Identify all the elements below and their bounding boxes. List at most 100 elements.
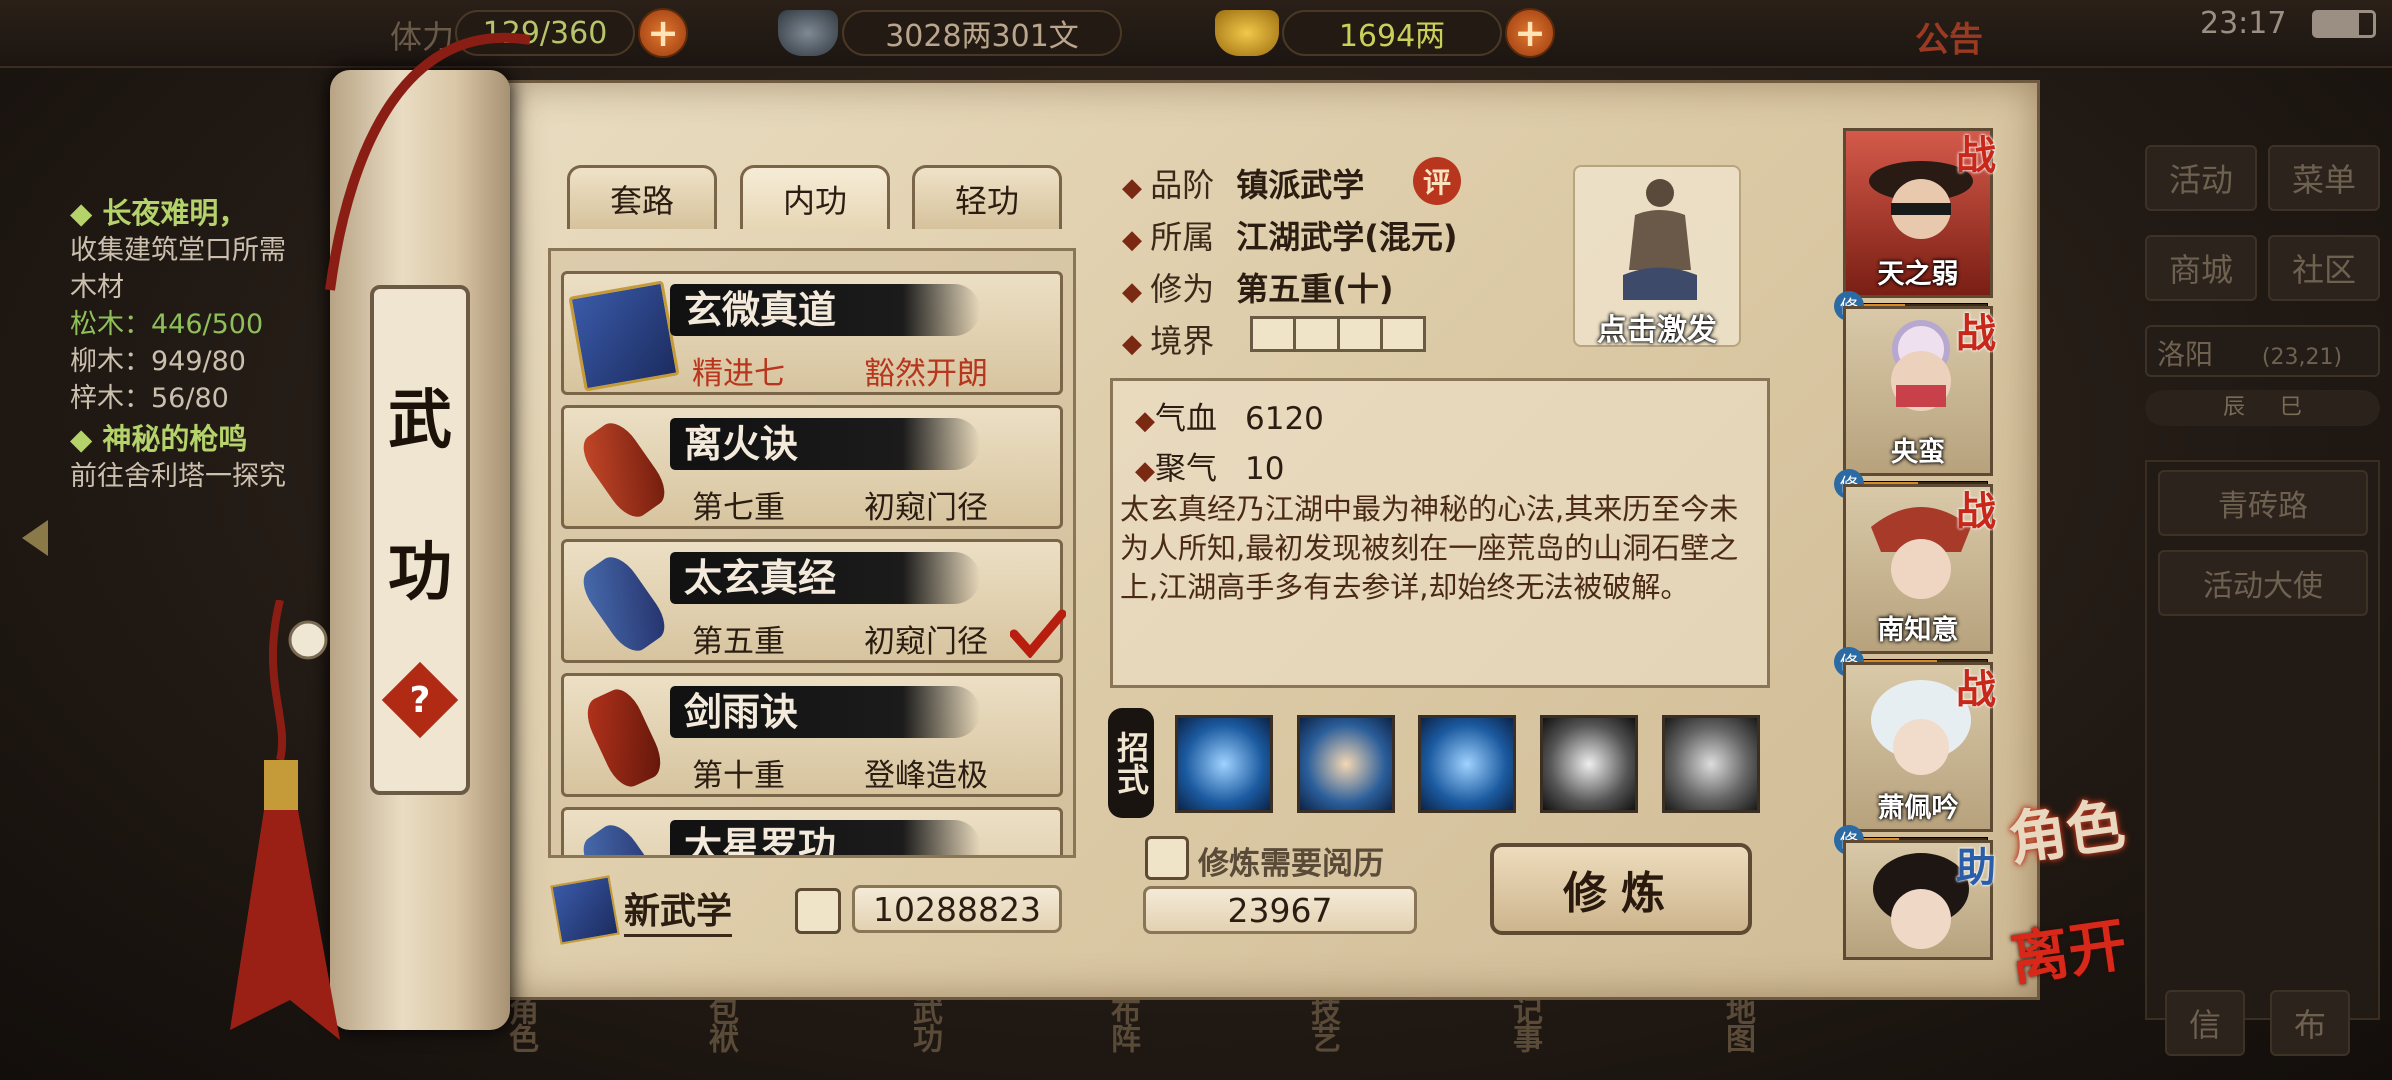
- notice-button[interactable]: 公告: [1915, 12, 1983, 61]
- rank-label: 品阶: [1150, 166, 1215, 204]
- book-icon: [568, 280, 680, 392]
- list-item[interactable]: 大星罗功: [561, 807, 1063, 855]
- scroll-icon: [574, 415, 674, 525]
- activity-button[interactable]: 活动: [2145, 145, 2257, 211]
- move-skill-icon[interactable]: [1540, 715, 1638, 813]
- side-list: [2145, 460, 2380, 1020]
- move-skill-icon[interactable]: [1662, 715, 1760, 813]
- cultivation-label: 修为: [1150, 270, 1215, 308]
- martial-state: 初窥门径: [864, 490, 988, 526]
- qixue-row: ◆气血 6120: [1135, 401, 1324, 437]
- location-bar[interactable]: 洛阳 (23,21): [2145, 325, 2380, 377]
- silver-value: 3028两301文: [842, 10, 1122, 56]
- add-gold-button[interactable]: +: [1505, 8, 1555, 58]
- train-button[interactable]: 修炼: [1490, 843, 1752, 935]
- require-value: 23967: [1143, 886, 1417, 934]
- clock: 23:17: [2200, 6, 2287, 41]
- ambassador-button[interactable]: 活动大使: [2158, 550, 2368, 616]
- martial-level: 第十重: [692, 758, 785, 794]
- new-martial-link[interactable]: 新武学: [624, 882, 733, 937]
- list-item[interactable]: 玄微真道 精进七 豁然开朗: [561, 271, 1063, 395]
- right-menu-panel: 活动 菜单 商城 社区 洛阳 (23,21) 辰 巳 青砖路 活动大使 信 布: [2120, 140, 2392, 1056]
- realm-slot: [1250, 316, 1297, 352]
- gold-ingot-icon: [1215, 10, 1279, 56]
- character-name: 萧佩吟: [1877, 793, 1959, 824]
- collapse-arrow-icon[interactable]: [22, 520, 48, 556]
- martial-state: 豁然开朗: [864, 356, 988, 392]
- open-book-icon: [795, 888, 841, 934]
- martial-level: 第七重: [692, 490, 785, 526]
- move-skill-icon[interactable]: [1175, 715, 1273, 813]
- help-icon: ?: [409, 679, 431, 721]
- scroll-icon: [574, 549, 674, 659]
- menu-button[interactable]: 菜单: [2268, 145, 2380, 211]
- formation-button[interactable]: 布: [2270, 990, 2350, 1056]
- battery-icon: [2312, 10, 2376, 38]
- character-card[interactable]: 助: [1843, 840, 1996, 960]
- quest-item: 梓木：56/80: [70, 383, 229, 414]
- list-item[interactable]: 离火诀 第七重 初窥门径: [561, 405, 1063, 529]
- tab-internal[interactable]: 内功: [740, 165, 890, 229]
- assist-tag: 助: [1956, 845, 1996, 891]
- nav-formation[interactable]: 布阵: [1100, 995, 1144, 1051]
- character-name: 天之弱: [1877, 259, 1959, 290]
- list-item[interactable]: 剑雨诀 第十重 登峰造极: [561, 673, 1063, 797]
- new-book-icon[interactable]: [550, 875, 620, 945]
- belong-row: ◆ 所属 江湖武学(混元): [1122, 218, 1458, 256]
- ambassador-label: 活动大使: [2203, 569, 2323, 604]
- martial-name: 离火诀: [684, 422, 799, 466]
- nav-martial[interactable]: 武功: [902, 995, 946, 1051]
- scroll-title-box: 武 功 ?: [370, 285, 470, 795]
- activate-label: 点击激发: [1597, 313, 1717, 348]
- activate-box[interactable]: 点击激发: [1573, 165, 1741, 348]
- character-card[interactable]: 战 萧佩吟 修: [1834, 662, 1996, 855]
- tab-routines[interactable]: 套路: [567, 165, 717, 229]
- cultivation-row: ◆ 修为 第五重(十): [1122, 270, 1394, 308]
- martial-state: 初窥门径: [864, 624, 988, 660]
- quest-title-2: ◆ 神秘的枪鸣: [70, 422, 248, 456]
- qixue-label: 气血: [1155, 401, 1217, 437]
- rank-badge[interactable]: 评: [1413, 157, 1461, 205]
- martial-description: 太玄真经乃江湖中最为神秘的心法,其来历至今未为人所知,最初发现被刻在一座荒岛的山…: [1120, 492, 1739, 604]
- nav-map[interactable]: 地图: [1715, 995, 1759, 1051]
- location-name: 洛阳: [2157, 338, 2214, 371]
- tassel-decoration: [230, 600, 340, 1040]
- character-card[interactable]: 战 南知意 修: [1834, 484, 1996, 677]
- martial-list[interactable]: 玄微真道 精进七 豁然开朗 离火诀 第七重 初窥门径 太玄真经 第五重 初窥门径…: [548, 248, 1076, 858]
- realm-label: 境界: [1150, 322, 1215, 360]
- nav-journal[interactable]: 记事: [1502, 995, 1546, 1051]
- help-button[interactable]: ?: [381, 661, 459, 739]
- mail-button[interactable]: 信: [2165, 990, 2245, 1056]
- title-char: 功: [388, 535, 452, 610]
- experience-book-icon: [1145, 836, 1189, 880]
- list-item[interactable]: 太玄真经 第五重 初窥门径: [561, 539, 1066, 663]
- tab-lightness[interactable]: 轻功: [912, 165, 1062, 229]
- martial-name: 玄微真道: [684, 288, 837, 332]
- tassel-cord-decoration: [325, 33, 531, 291]
- qixue-value: 6120: [1245, 401, 1324, 437]
- scroll-icon: [574, 817, 674, 855]
- move-skill-icon[interactable]: [1418, 715, 1516, 813]
- realm-slot: [1382, 316, 1426, 352]
- gold-value: 1694两: [1282, 10, 1502, 56]
- add-stamina-button[interactable]: +: [638, 8, 688, 58]
- community-button[interactable]: 社区: [2268, 235, 2380, 301]
- location-coords: (23,21): [2261, 345, 2343, 370]
- role-button[interactable]: 角色: [2003, 777, 2130, 876]
- battle-tag: 战: [1956, 667, 1996, 713]
- move-skill-icon[interactable]: [1297, 715, 1395, 813]
- leave-button[interactable]: 离开: [2005, 897, 2132, 996]
- quest-desc-2: 前往舍利塔一探究: [70, 461, 286, 492]
- martial-name: 剑雨诀: [684, 690, 799, 734]
- road-button[interactable]: 青砖路: [2158, 470, 2368, 536]
- character-card[interactable]: 战 央蛮 修: [1834, 306, 1996, 499]
- juqi-label: 聚气: [1155, 451, 1217, 487]
- character-name: 央蛮: [1891, 437, 1945, 468]
- shop-button[interactable]: 商城: [2145, 235, 2257, 301]
- nav-skill[interactable]: 技艺: [1300, 995, 1344, 1051]
- juqi-row: ◆聚气 10: [1135, 451, 1285, 487]
- belong-value: 江湖武学(混元): [1236, 218, 1458, 256]
- character-card[interactable]: 战 天之弱 修: [1834, 128, 1996, 321]
- nav-bag[interactable]: 包袱: [698, 995, 742, 1051]
- belong-label: 所属: [1150, 218, 1215, 256]
